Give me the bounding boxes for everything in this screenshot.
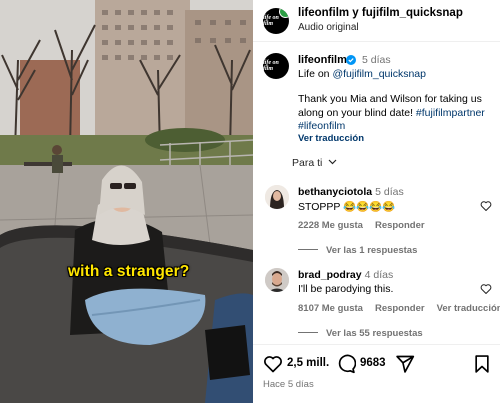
hashtag-link[interactable]: #fujifilmpartner — [416, 107, 485, 119]
comment-username-text: brad_podray — [298, 269, 362, 281]
comment-username[interactable]: brad_podray 4 días — [298, 269, 393, 281]
post-date: Hace 5 días — [263, 379, 314, 390]
view-replies-text: Ver las 1 respuestas — [326, 245, 418, 256]
share-send-icon[interactable] — [395, 354, 415, 374]
video-player[interactable]: with a stranger? — [0, 0, 253, 403]
video-caption-text: with a stranger? — [68, 263, 190, 280]
heart-icon[interactable] — [480, 200, 492, 212]
comment-timestamp: 4 días — [364, 269, 394, 281]
bookmark-save-icon[interactable] — [472, 354, 492, 374]
comment-text: STOPPP 😂😂😂😂 — [298, 201, 396, 213]
comment-username[interactable]: bethanyciotola 5 días — [298, 186, 404, 198]
hashtag-link[interactable]: #lifeonfilm — [298, 120, 345, 132]
avatar-logo: life on film — [263, 60, 279, 72]
chevron-down-icon — [328, 159, 337, 165]
comment-username-text: bethanyciotola — [298, 186, 373, 198]
comment-meta: 2228 Me gusta Responder — [298, 220, 437, 231]
comment-meta: 8107 Me gusta Responder Ver traducción — [298, 303, 500, 314]
caption-translate-link[interactable]: Ver traducción — [298, 133, 364, 144]
mention-link[interactable]: @fujifilm_quicksnap — [332, 68, 426, 80]
comment-bubble-icon[interactable] — [336, 354, 356, 374]
comment-sort-dropdown[interactable]: Para ti — [292, 157, 337, 169]
replies-divider — [298, 249, 318, 250]
caption-first-line: Life on @fujifilm_quicksnap — [298, 68, 426, 80]
avatar-photo — [265, 185, 289, 209]
comment-avatar[interactable] — [265, 268, 289, 292]
replies-divider — [298, 332, 318, 333]
caption-prefix: Life on — [298, 68, 333, 80]
comment-likes[interactable]: 8107 Me gusta — [298, 303, 363, 314]
caption-timestamp: 5 días — [362, 54, 391, 66]
caption-author-avatar[interactable]: life on film — [263, 53, 289, 79]
caption-body: Thank you Mia and Wilson for taking us a… — [298, 93, 498, 134]
heart-icon[interactable] — [480, 283, 492, 295]
author-avatar[interactable]: life on film — [263, 8, 289, 34]
comments-count[interactable]: 9683 — [360, 357, 386, 369]
post-authors[interactable]: lifeonfilm y fujifilm_quicksnap — [298, 7, 463, 19]
comment-translate-link[interactable]: Ver traducción — [437, 303, 500, 314]
reply-button[interactable]: Responder — [375, 220, 425, 231]
verified-badge-icon — [346, 55, 356, 65]
sort-label: Para ti — [292, 157, 323, 169]
post-sidebar: life on film lifeonfilm y fujifilm_quick… — [253, 0, 500, 403]
comment-likes[interactable]: 2228 Me gusta — [298, 220, 363, 231]
video-frame — [0, 0, 253, 403]
view-replies-link[interactable]: Ver las 55 respuestas — [298, 328, 423, 339]
comment-timestamp: 5 días — [375, 186, 404, 198]
post-header: life on film lifeonfilm y fujifilm_quick… — [253, 0, 500, 42]
comment-text: I'll be parodying this. — [298, 283, 394, 295]
comment-avatar[interactable] — [265, 185, 289, 209]
likes-count[interactable]: 2,5 mill. — [287, 357, 329, 369]
view-replies-link[interactable]: Ver las 1 respuestas — [298, 245, 417, 256]
audio-link[interactable]: Audio original — [298, 22, 359, 33]
like-heart-icon[interactable] — [263, 354, 283, 374]
caption-username[interactable]: lifeonfilm — [298, 54, 347, 66]
collab-avatar-badge — [279, 8, 289, 18]
post-actions-bar: 2,5 mill. 9683 Hace 5 días — [253, 344, 500, 403]
view-replies-text: Ver las 55 respuestas — [326, 328, 423, 339]
avatar-photo — [265, 268, 289, 292]
reply-button[interactable]: Responder — [375, 303, 425, 314]
